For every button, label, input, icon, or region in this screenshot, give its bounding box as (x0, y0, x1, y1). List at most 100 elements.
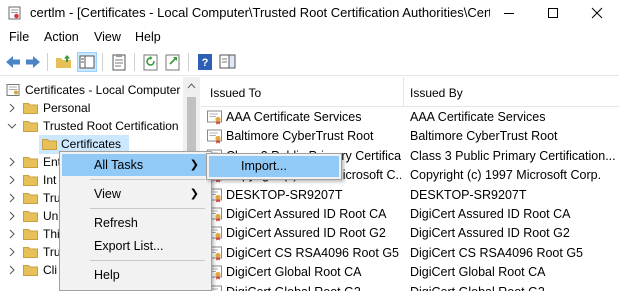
certificate-icon (207, 110, 222, 125)
properties-button[interactable] (109, 52, 129, 72)
table-row[interactable]: DigiCert Global Root G2 DigiCert Global R… (201, 283, 619, 291)
tree-label-partial: Tru (43, 191, 61, 205)
list-header: Issued To Issued By (201, 77, 619, 107)
table-row[interactable]: DigiCert Global Root CA DigiCert Global R… (201, 263, 619, 282)
cell-issued-by: DigiCert Assured ID Root G2 (410, 226, 570, 241)
console-tree-icon (79, 55, 95, 69)
menu-item-label: Help (94, 268, 120, 282)
folder-up-icon (56, 55, 71, 68)
tree-label-trusted-root: Trusted Root Certification (43, 119, 179, 133)
menu-bar: File Action View Help (0, 27, 619, 47)
menu-item-help[interactable]: Help (62, 264, 209, 286)
cell-issued-by: Copyright (c) 1997 Microsoft Corp. (410, 168, 602, 183)
folder-icon (23, 157, 38, 168)
back-arrow-icon (6, 56, 20, 68)
close-button[interactable] (575, 0, 619, 27)
back-button[interactable] (3, 52, 23, 72)
forward-arrow-icon (26, 56, 40, 68)
refresh-button[interactable] (141, 52, 161, 72)
cell-issued-to: DigiCert Global Root G2 (226, 285, 401, 291)
export-list-button[interactable] (163, 52, 183, 72)
cell-issued-to: DigiCert Assured ID Root CA (226, 207, 387, 221)
cell-issued-by: DigiCert Global Root G2 (410, 285, 615, 291)
cell-issued-to: AAA Certificate Services (226, 110, 362, 124)
cell-issued-by: DigiCert Global Root CA (410, 265, 546, 280)
menu-view[interactable]: View (94, 30, 121, 44)
help-button[interactable]: ? (195, 52, 215, 72)
table-row[interactable]: AAA Certificate Services AAA Certificate … (201, 108, 619, 127)
table-row[interactable]: DigiCert Assured ID Root G2 DigiCert Assu… (201, 224, 619, 243)
menu-item-view[interactable]: View ❯ (62, 183, 209, 205)
forward-button[interactable] (23, 52, 43, 72)
tree-label-partial: Thi (43, 227, 60, 241)
folder-icon (23, 229, 38, 240)
action-pane-icon (219, 54, 236, 69)
tree-label-partial: Tru (43, 245, 61, 259)
certificate-store-icon (6, 84, 20, 96)
cell-issued-by: AAA Certificate Services (410, 110, 546, 124)
chevron-right-icon[interactable] (7, 247, 17, 257)
tree-label-partial: Int (43, 173, 57, 187)
column-header-issued-to[interactable]: Issued To (210, 86, 261, 100)
minimize-button[interactable] (487, 0, 531, 27)
cell-issued-to: DigiCert Assured ID Root G2 (226, 226, 386, 241)
close-icon (591, 7, 603, 19)
menu-item-import[interactable]: Import... (209, 156, 339, 177)
chevron-right-icon[interactable] (7, 157, 17, 167)
table-row[interactable]: DigiCert CS RSA4096 Root G5 DigiCert CS R… (201, 244, 619, 263)
chevron-right-icon[interactable] (7, 211, 17, 221)
chevron-right-icon[interactable] (7, 229, 17, 239)
table-row[interactable]: Baltimore CyberTrust Root Baltimore Cyber… (201, 127, 619, 146)
clipboard-icon (112, 54, 126, 71)
menu-help[interactable]: Help (135, 30, 161, 44)
tree-item-trusted-root[interactable]: Trusted Root Certification (0, 117, 183, 136)
chevron-right-icon[interactable] (7, 103, 17, 113)
menu-file[interactable]: File (9, 30, 29, 44)
folder-icon (23, 175, 38, 186)
tree-label-partial: Un (43, 209, 59, 223)
folder-icon (23, 265, 38, 276)
minimize-icon (504, 13, 514, 14)
cell-issued-to: DigiCert Global Root CA (226, 265, 362, 280)
up-one-level-button[interactable] (54, 52, 74, 72)
scroll-up-arrow-icon[interactable] (183, 79, 200, 93)
cell-issued-to: DigiCert CS RSA4096 Root G5 (226, 245, 399, 260)
folder-icon (23, 247, 38, 258)
cell-issued-by: Class 3 Public Primary Certification... (410, 148, 615, 163)
cell-issued-by: Baltimore CyberTrust Root (410, 129, 558, 144)
refresh-icon (143, 54, 158, 71)
certificate-list: Issued To Issued By AAA Certificate Serv… (201, 77, 619, 291)
tree-label-certificates: Certificates (61, 137, 122, 151)
tree-label-personal: Personal (43, 101, 91, 115)
tree-item-root[interactable]: Certificates - Local Computer (0, 81, 183, 100)
svg-text:?: ? (202, 57, 209, 69)
chevron-right-icon[interactable] (7, 265, 17, 275)
show-hide-console-tree-button[interactable] (77, 52, 97, 72)
menu-item-label: Export List... (94, 239, 164, 253)
column-header-issued-by[interactable]: Issued By (410, 86, 463, 100)
menu-item-refresh[interactable]: Refresh (62, 212, 209, 234)
folder-icon (23, 211, 38, 222)
menu-item-export-list[interactable]: Export List... (62, 235, 209, 257)
certlm-app-icon (8, 6, 21, 20)
toolbar: ? (0, 48, 619, 76)
tree-label-partial: Cli (43, 263, 57, 277)
submenu-arrow-icon: ❯ (189, 188, 199, 200)
cell-issued-by: DESKTOP-SR9207T (410, 187, 527, 202)
folder-icon (42, 139, 57, 150)
chevron-right-icon[interactable] (7, 193, 17, 203)
folder-open-icon (23, 121, 38, 132)
table-row[interactable]: DESKTOP-SR9207T DESKTOP-SR9207T (201, 186, 619, 205)
chevron-right-icon[interactable] (7, 175, 17, 185)
action-pane-button[interactable] (218, 52, 238, 72)
chevron-down-icon[interactable] (7, 121, 17, 131)
maximize-button[interactable] (531, 0, 575, 27)
submenu-arrow-icon: ❯ (189, 159, 199, 171)
certificate-icon (207, 129, 222, 144)
menu-item-all-tasks[interactable]: All Tasks ❯ (62, 154, 209, 176)
all-tasks-submenu: Import... (206, 153, 342, 180)
cell-issued-by: DigiCert Assured ID Root CA (410, 207, 571, 221)
tree-item-personal[interactable]: Personal (0, 99, 183, 118)
menu-action[interactable]: Action (44, 30, 79, 44)
table-row[interactable]: DigiCert Assured ID Root CA DigiCert Assu… (201, 205, 619, 224)
